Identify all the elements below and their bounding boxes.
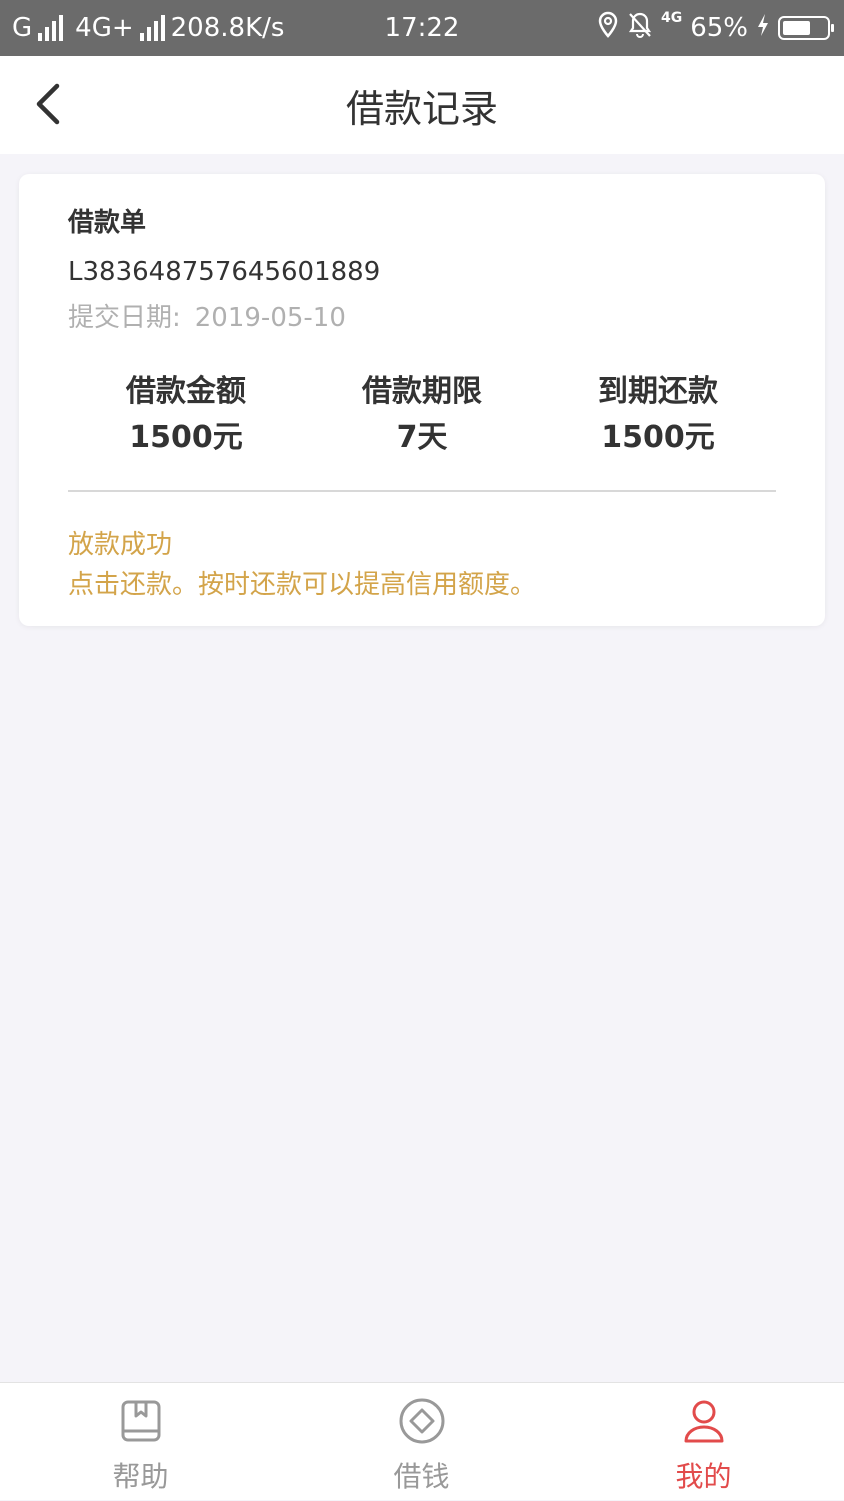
stat-label: 到期还款: [598, 374, 718, 409]
tab-mine[interactable]: 我的: [563, 1383, 844, 1501]
tab-label: 借钱: [393, 1460, 450, 1493]
book-icon: [121, 1400, 160, 1442]
user-icon: [684, 1400, 723, 1443]
stat-value: 7天: [396, 420, 448, 455]
stat-label: 借款金额: [126, 374, 246, 409]
loan-record-card[interactable]: 借款单 L383648757645601889 提交日期: 2019-05-10 …: [19, 174, 825, 626]
tab-borrow[interactable]: 借钱: [281, 1383, 562, 1501]
diamond-icon: [399, 1398, 444, 1444]
card-title: 借款单: [68, 208, 147, 238]
nav-bar: 借款记录: [0, 56, 844, 154]
submit-date-row: 提交日期: 2019-05-10: [68, 297, 346, 334]
status-time: 17:22: [384, 13, 460, 43]
battery-percent: 65%: [690, 13, 748, 43]
signal-icon: [38, 15, 64, 41]
mute-bell-icon: [627, 11, 653, 46]
stat-label: 借款期限: [362, 374, 482, 409]
signal-icon-2: [139, 15, 165, 41]
status-bar: G 4G+ 208.8K/s 17:22 4G 65%: [0, 0, 844, 56]
network-small-label: 4G: [660, 10, 683, 26]
stat-value: 1500元: [129, 420, 243, 455]
status-bar-right: 4G 65%: [597, 0, 834, 56]
stat-value: 1500元: [601, 420, 715, 455]
carrier-label: G: [12, 13, 33, 43]
tab-bar: 帮助 借钱 我的: [0, 1382, 844, 1500]
charging-icon: [756, 13, 770, 44]
stat-loan-amount: 借款金额 1500元: [68, 372, 304, 458]
tab-help[interactable]: 帮助: [0, 1383, 281, 1501]
stat-due-repayment: 到期还款 1500元: [540, 372, 776, 458]
loan-status: 放款成功: [68, 530, 173, 560]
loan-stats: 借款金额 1500元 借款期限 7天 到期还款 1500元: [19, 372, 825, 462]
status-bar-left: G 4G+ 208.8K/s: [12, 0, 284, 56]
tab-label: 我的: [675, 1460, 732, 1493]
tab-label: 帮助: [112, 1460, 169, 1493]
page-title: 借款记录: [345, 86, 498, 131]
back-button[interactable]: [20, 76, 76, 132]
repay-link[interactable]: 点击还款。按时还款可以提高信用额度。: [68, 564, 536, 601]
divider: [68, 490, 776, 492]
submit-date-label: 提交日期:: [68, 303, 181, 333]
stat-loan-term: 借款期限 7天: [304, 372, 540, 458]
network-type-label: 4G+: [75, 13, 134, 43]
location-icon: [597, 11, 619, 46]
submit-date-value: 2019-05-10: [194, 303, 346, 333]
network-speed: 208.8K/s: [170, 13, 285, 43]
battery-icon: [778, 16, 834, 40]
chevron-left-icon: [36, 83, 60, 125]
order-number: L383648757645601889: [68, 257, 381, 287]
